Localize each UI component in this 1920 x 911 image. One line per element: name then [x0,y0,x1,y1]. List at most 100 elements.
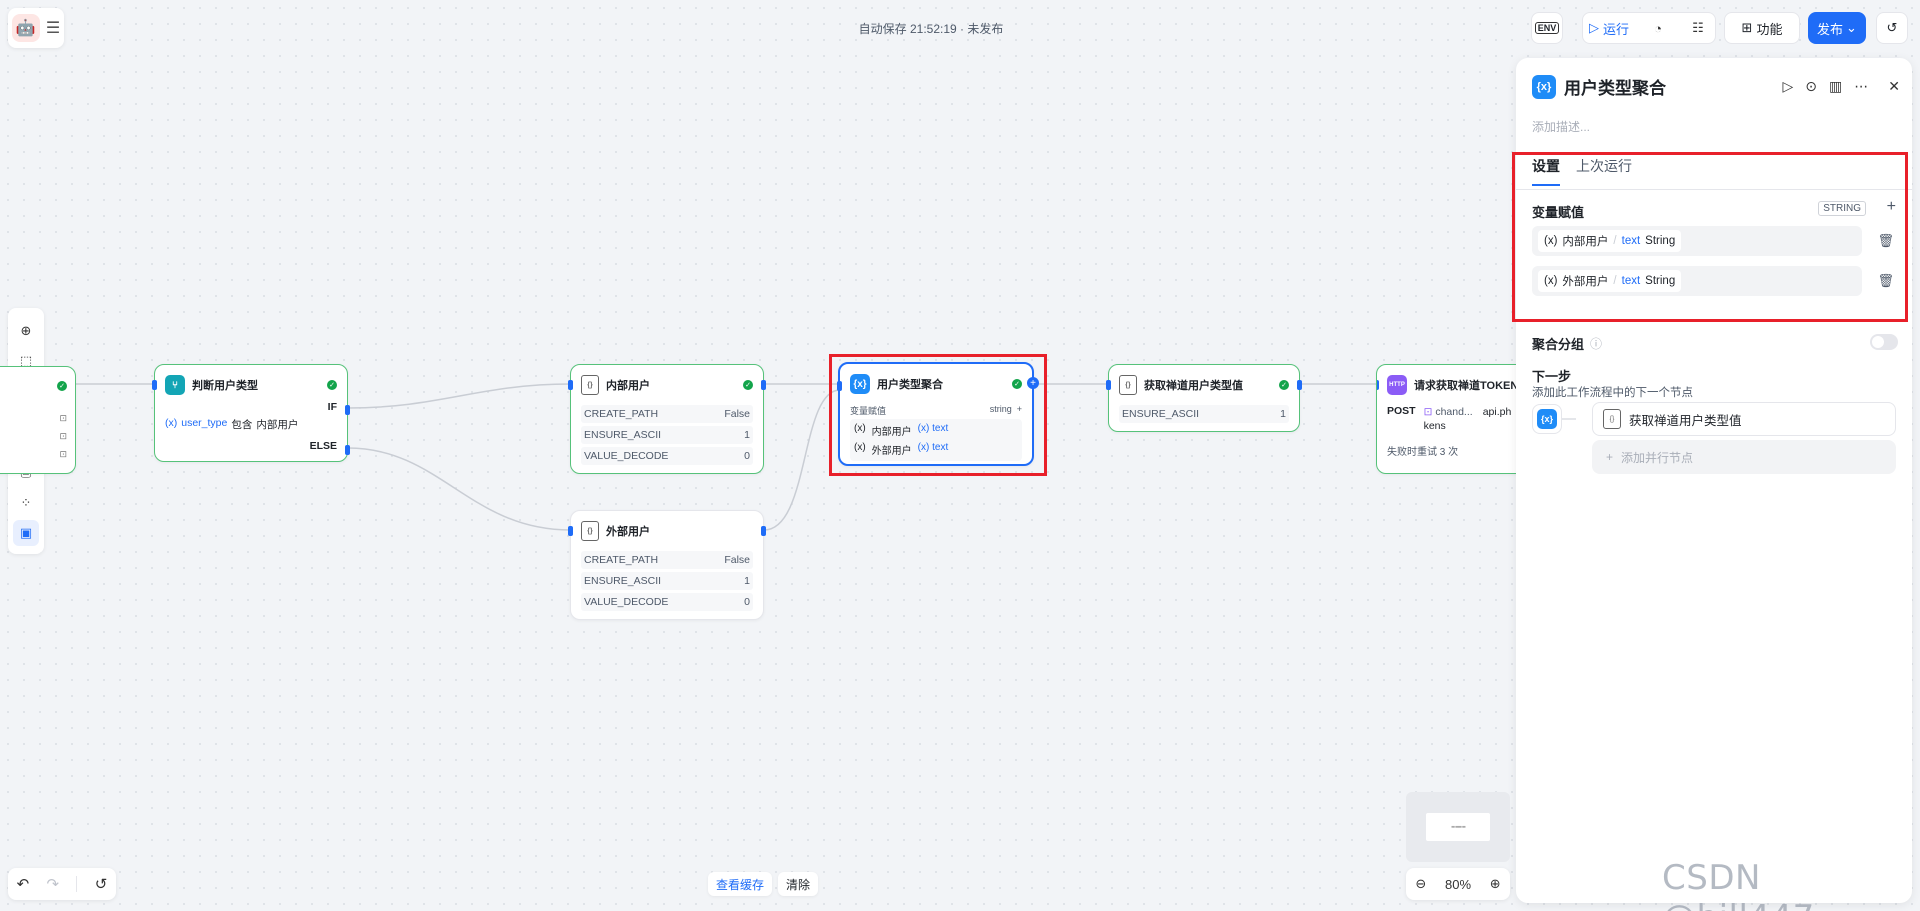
input-port[interactable] [568,526,573,536]
code-file-icon: {} [581,375,599,395]
more-icon[interactable]: ⋯ [1854,78,1868,95]
cache-bar: 查看缓存 清除 [708,872,819,896]
node-config-panel: {x} 用户类型聚合 ▷ ⊙ ▥ ⋯ ✕ 添加描述... 设置 上次运行 变量赋… [1516,58,1912,903]
branch-icon: ⑂ [165,375,185,395]
group-title: 聚合分组 [1532,337,1585,352]
csdn-watermark: CSDN @bill447 [1662,858,1814,911]
debug-icon[interactable]: ⊙ [1805,78,1817,95]
http-url-cont: kens [1423,420,1446,432]
node-title: 用户类型聚合 [877,379,943,391]
user-type-aggregation-node[interactable]: {x} 用户类型聚合 ✓ 变量赋值 string + (x) 内部用户 (x) te… [837,362,1039,466]
trace-icon[interactable]: ◔ [1647,21,1669,36]
output-port[interactable] [1297,380,1302,390]
tab-divider [1516,189,1912,190]
get-user-type-node[interactable]: {} 获取禅道用户类型值 ✓ ENSURE_ASCII 1 [1106,364,1302,432]
http-method: POST [1387,405,1416,417]
param-row: ENSURE_ASCII 1 [1119,405,1289,423]
var-ref: text [1621,235,1641,247]
tab-last-run[interactable]: 上次运行 [1576,156,1632,186]
next-connector [1562,418,1576,420]
var-type: String [1645,235,1676,247]
publish-button[interactable]: 发布 ⌄ [1808,12,1866,44]
clear-cache-button[interactable]: 清除 [778,872,819,896]
minimap[interactable]: ▪▪ ▪▪▪▪ ▪▪ [1406,792,1510,862]
description-input[interactable]: 添加描述... [1532,118,1590,135]
undo-redo-bar: ↶ ↷ ↺ [8,868,116,900]
env-button[interactable]: ENV [1531,12,1563,44]
add-icon[interactable]: + [1017,404,1022,414]
book-icon[interactable]: ▥ [1829,78,1842,95]
env-icon: ENV [1534,22,1560,34]
success-check-icon: ✓ [743,380,753,390]
zoom-bar: ⊖ 80% ⊕ [1406,868,1510,900]
minimap-toggle-icon[interactable]: ▣ [13,520,39,546]
redo-icon[interactable]: ↷ [47,875,60,893]
var-assign-title: 变量赋值 [1532,205,1585,220]
judge-user-type-node[interactable]: ⑂ 判断用户类型 ✓ IF (x) user_type 包含 内部用户 ELSE [152,364,350,462]
condition-op: 包含 [231,419,253,431]
input-port[interactable] [152,380,157,390]
param-row: VALUE_DECODE 0 [581,593,753,611]
trash-icon[interactable]: 🗑 [1877,273,1894,289]
checklist-icon[interactable]: ☷ [1687,20,1709,36]
undo-icon[interactable]: ↶ [17,875,30,893]
panel-title[interactable]: 用户类型聚合 [1564,74,1666,99]
minimap-viewport[interactable]: ▪▪ ▪▪▪▪ ▪▪ [1426,813,1490,841]
next-node-label: 获取禅道用户类型值 [1629,413,1742,428]
input-port[interactable] [1106,380,1111,390]
http-icon: HTTP [1387,375,1407,395]
internal-user-node[interactable]: {} 内部用户 ✓ CREATE_PATH False ENSURE_ASCII 1… [568,364,766,474]
play-icon[interactable]: ▷ [1783,78,1794,95]
else-label: ELSE [309,440,337,452]
var-row[interactable]: (x) 内部用户 / text String [1532,226,1862,256]
next-step-title: 下一步 [1532,369,1572,384]
history-button[interactable]: ↺ [1876,12,1908,44]
partial-node[interactable]: ✓ ⊡ ⊡ ⊡ [0,366,76,474]
input-port[interactable] [1377,380,1379,390]
output-port[interactable] [761,526,766,536]
history-icon: ↺ [1886,20,1898,35]
zoom-in-icon[interactable]: ⊕ [1490,876,1501,892]
trash-icon[interactable]: 🗑 [1877,233,1894,249]
close-icon[interactable]: ✕ [1888,78,1900,95]
next-node-item[interactable]: {} 获取禅道用户类型值 [1592,402,1896,436]
feature-button[interactable]: ⊞ 功能 [1724,12,1800,44]
group-title-row: 聚合分组 ⓘ [1532,334,1602,353]
var-name: 外部用户 [1562,276,1609,288]
else-output-port[interactable] [345,445,350,455]
var-chip[interactable]: (x) 内部用户 / text String [1538,230,1682,252]
input-port[interactable] [568,380,573,390]
param-row: CREATE_PATH False [581,551,753,569]
help-icon[interactable]: ⓘ [1590,335,1602,352]
zoom-level[interactable]: 80% [1445,877,1471,892]
variable-icon: {x} [1537,409,1557,429]
add-next-node-icon[interactable]: + [1027,377,1039,389]
external-user-node[interactable]: {} 外部用户 CREATE_PATH False ENSURE_ASCII 1 V… [568,510,766,620]
type-label: string [989,404,1012,414]
group-toggle[interactable] [1870,334,1898,350]
divider [76,876,78,892]
view-cache-button[interactable]: 查看缓存 [708,872,773,896]
add-node-icon[interactable]: ⊕ [13,318,39,344]
version-history-icon[interactable]: ↺ [95,875,108,893]
if-output-port[interactable] [345,405,350,415]
run-button[interactable]: ▷ 运行 [1589,19,1629,38]
success-check-icon: ✓ [327,380,337,390]
var-row[interactable]: (x) 外部用户 / text String [1532,266,1862,296]
feature-label: 功能 [1756,21,1783,37]
add-parallel-button[interactable]: + 添加并行节点 [1592,440,1896,474]
output-port[interactable] [761,380,766,390]
tab-settings[interactable]: 设置 [1532,156,1560,186]
type-badge[interactable]: STRING [1818,201,1866,216]
success-check-icon: ✓ [57,381,67,391]
success-check-icon: ✓ [1012,379,1022,389]
var-chip[interactable]: (x) 外部用户 / text String [1538,270,1682,292]
play-icon: ▷ [1589,20,1599,35]
zoom-out-icon[interactable]: ⊖ [1415,876,1426,892]
organize-icon[interactable]: ⁘ [13,490,39,516]
add-variable-icon[interactable]: + [1887,198,1896,216]
code-file-icon: {} [1603,409,1621,429]
section-label: 变量赋值 [850,406,887,416]
next-step-desc: 添加此工作流程中的下一个节点 [1532,387,1693,399]
input-port[interactable] [837,381,842,391]
